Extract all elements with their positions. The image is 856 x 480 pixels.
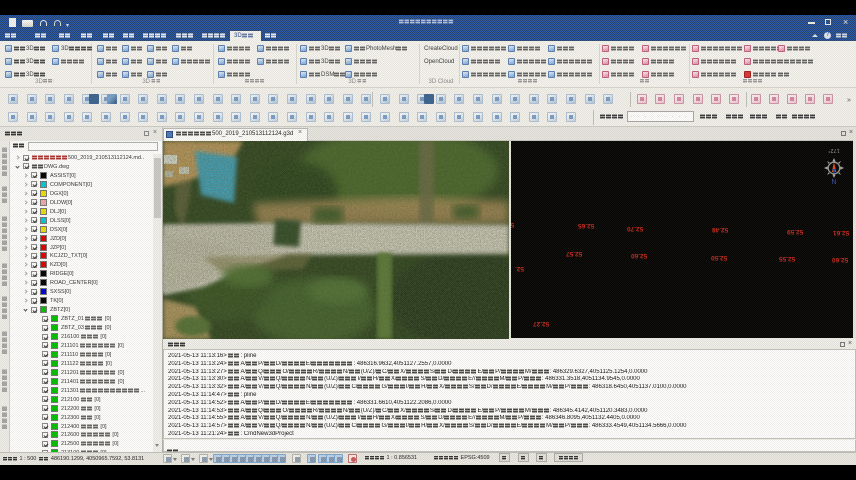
svg-text:172°: 172° [828, 147, 839, 153]
svg-text:N: N [831, 177, 836, 184]
